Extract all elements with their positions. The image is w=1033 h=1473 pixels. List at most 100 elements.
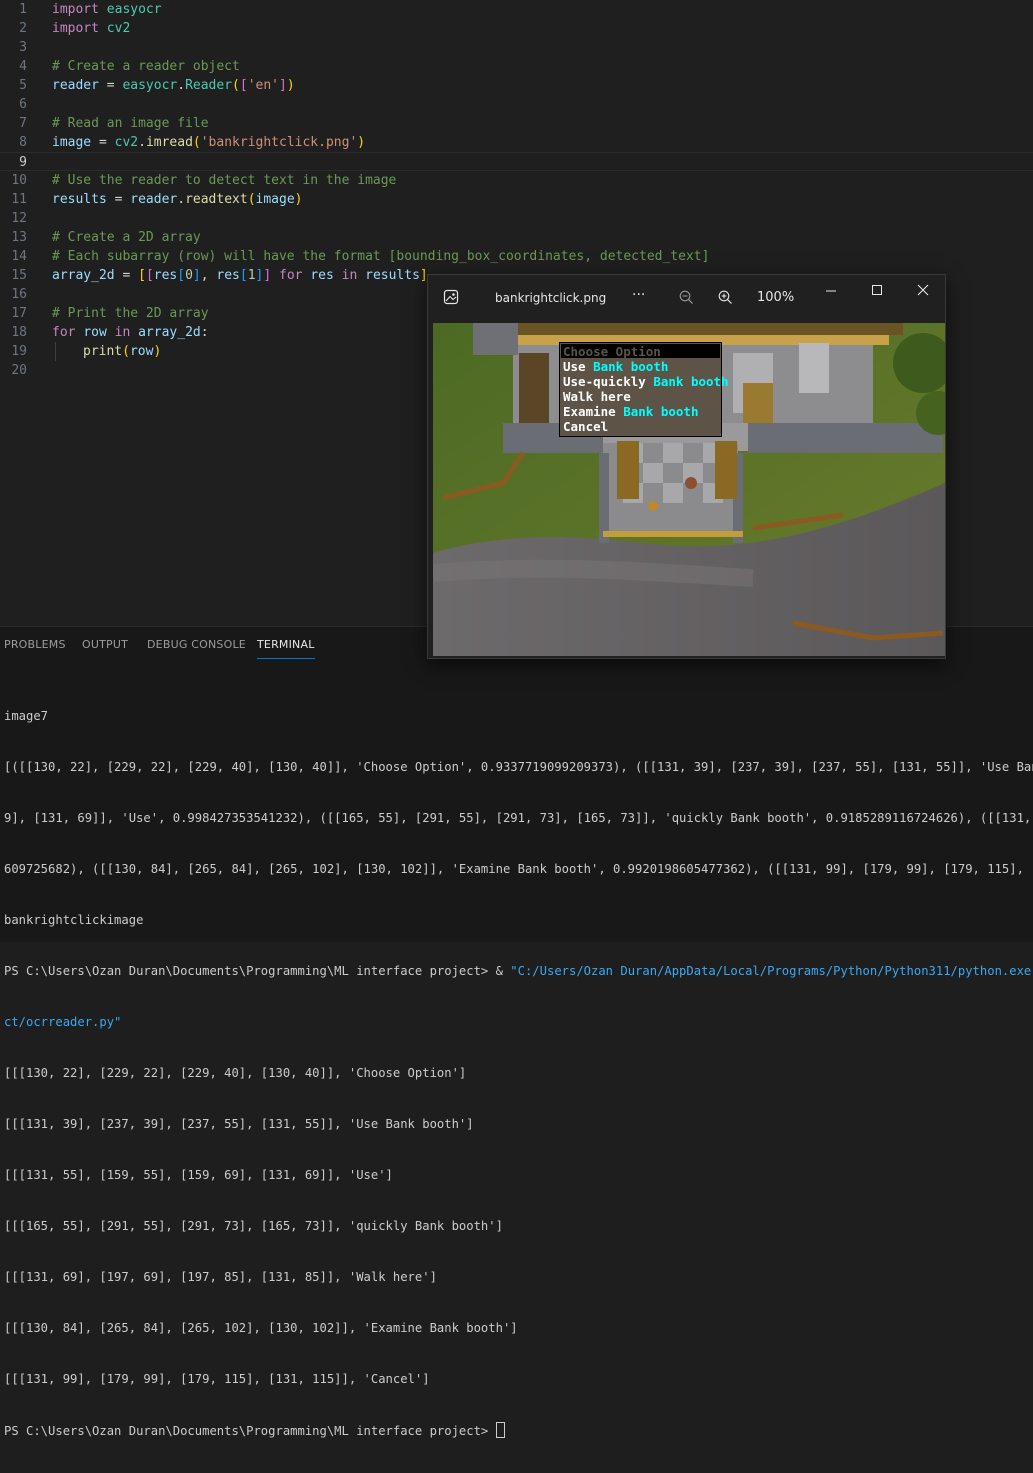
- code-line[interactable]: 8 image = cv2.imread('bankrightclick.png'…: [0, 133, 1033, 152]
- line-number: 17: [11, 306, 27, 321]
- terminal-line: PS C:\Users\Ozan Duran\Documents\Program…: [4, 963, 1033, 980]
- line-number: 9: [19, 155, 27, 170]
- terminal-line: [[[131, 55], [159, 55], [159, 69], [131,…: [4, 1168, 393, 1182]
- comment-token: # Each subarray (row) will have the form…: [52, 249, 710, 264]
- operator-token: =: [91, 135, 115, 150]
- terminal-line: [([[130, 22], [229, 22], [229, 40], [130…: [4, 760, 1033, 774]
- keyword-token: for: [52, 325, 76, 340]
- string-token: 'en': [247, 78, 280, 93]
- variable-token: image: [255, 192, 295, 207]
- line-number: 20: [11, 363, 27, 378]
- line-number: 14: [11, 249, 27, 264]
- line-number: 16: [11, 287, 27, 302]
- operator-token: =: [114, 268, 139, 283]
- function-token: print: [83, 344, 123, 359]
- line-number: 11: [11, 192, 27, 207]
- operator-token: .: [177, 78, 186, 93]
- context-menu: Choose Option Use Bank booth Use-quickly…: [559, 342, 729, 437]
- code-line-current[interactable]: 9: [0, 152, 1033, 171]
- variable-token: res: [153, 268, 178, 283]
- code-line[interactable]: 3: [0, 38, 1033, 57]
- variable-token: row: [129, 344, 154, 359]
- close-icon[interactable]: [917, 284, 929, 299]
- terminal-line: bankrightclickimage: [4, 913, 144, 927]
- line-number: 4: [19, 59, 27, 74]
- viewer-titlebar[interactable]: bankrightclick.png ··· 100%: [428, 275, 945, 321]
- terminal-line: ct/ocrreader.py": [4, 1015, 122, 1029]
- terminal-prompt: PS C:\Users\Ozan Duran\Documents\Program…: [4, 964, 511, 978]
- line-number: 19: [11, 344, 27, 359]
- variable-token: reader: [52, 78, 99, 93]
- tab-debug-console[interactable]: DEBUG CONSOLE: [147, 638, 246, 651]
- variable-token: res: [310, 268, 334, 283]
- keyword-token: import: [52, 21, 99, 36]
- module-token: cv2: [106, 21, 131, 36]
- class-token: Reader: [185, 78, 233, 93]
- variable-token: res: [216, 268, 240, 283]
- keyword-token: for: [279, 268, 303, 283]
- code-line[interactable]: 6: [0, 95, 1033, 114]
- tab-terminal[interactable]: TERMINAL: [257, 638, 315, 659]
- terminal-line: 9], [131, 69]], 'Use', 0.998427353541232…: [4, 811, 1032, 825]
- minimize-icon[interactable]: [825, 288, 837, 303]
- indent-guide: [55, 342, 56, 361]
- bottom-panel: PROBLEMS OUTPUT DEBUG CONSOLE TERMINAL i…: [0, 626, 1033, 1438]
- line-number: 3: [19, 40, 27, 55]
- line-number: 7: [19, 116, 27, 131]
- code-line[interactable]: 4 # Create a reader object: [0, 57, 1033, 76]
- terminal-line: [[[165, 55], [291, 55], [291, 73], [165,…: [4, 1219, 503, 1233]
- line-number: 5: [19, 78, 27, 93]
- line-number: 15: [11, 268, 27, 283]
- viewer-filename: bankrightclick.png: [495, 291, 607, 305]
- keyword-token: in: [114, 325, 131, 340]
- code-line[interactable]: 2 import cv2: [0, 19, 1033, 38]
- operator-token: =: [106, 192, 131, 207]
- zoom-out-icon[interactable]: [679, 290, 694, 308]
- terminal-line: [[[130, 22], [229, 22], [229, 40], [130,…: [4, 1066, 467, 1080]
- code-line[interactable]: 14 # Each subarray (row) will have the fo…: [0, 247, 1033, 266]
- more-options-button[interactable]: ···: [632, 287, 645, 303]
- code-line[interactable]: 1 import easyocr: [0, 0, 1033, 19]
- code-line[interactable]: 7 # Read an image file: [0, 114, 1033, 133]
- line-number: 10: [11, 173, 27, 188]
- operator-token: .: [177, 192, 186, 207]
- menu-item-use-quickly: Use-quickly Bank booth: [563, 374, 729, 389]
- line-number: 8: [19, 135, 27, 150]
- line-number: 2: [19, 21, 27, 36]
- code-line[interactable]: 13 # Create a 2D array: [0, 228, 1033, 247]
- maximize-icon[interactable]: [871, 284, 883, 299]
- menu-item-use: Use Bank booth: [563, 359, 669, 374]
- tab-output[interactable]: OUTPUT: [82, 638, 128, 651]
- number-token: 0: [185, 268, 193, 283]
- code-line[interactable]: 10 # Use the reader to detect text in the…: [0, 171, 1033, 190]
- code-line[interactable]: 11 results = reader.readtext(image): [0, 190, 1033, 209]
- code-line[interactable]: 5 reader = easyocr.Reader(['en']): [0, 76, 1033, 95]
- string-token: 'bankrightclick.png': [200, 135, 358, 150]
- variable-token: array_2d: [138, 325, 201, 340]
- menu-item-cancel: Cancel: [563, 419, 609, 434]
- module-token: cv2: [114, 135, 139, 150]
- zoom-in-icon[interactable]: [718, 290, 733, 308]
- image-viewer-window: bankrightclick.png ··· 100% Choose Optio…: [427, 274, 946, 659]
- context-menu-header: Choose Option: [561, 344, 720, 359]
- tab-problems[interactable]: PROBLEMS: [4, 638, 66, 651]
- code-line[interactable]: 12: [0, 209, 1033, 228]
- line-number: 18: [11, 325, 27, 340]
- terminal-prompt: PS C:\Users\Ozan Duran\Documents\Program…: [4, 1424, 496, 1438]
- variable-token: results: [365, 268, 420, 283]
- line-number: 6: [19, 97, 27, 112]
- line-number: 1: [19, 2, 27, 17]
- terminal-cursor: [495, 1422, 505, 1438]
- comment-token: # Print the 2D array: [52, 306, 209, 321]
- comment-token: # Read an image file: [52, 116, 209, 131]
- terminal-line: 609725682), ([[130, 84], [265, 84], [265…: [4, 862, 1033, 876]
- line-number: 13: [11, 230, 27, 245]
- menu-item-examine: Examine Bank booth: [563, 404, 699, 419]
- terminal-line: image7: [4, 709, 49, 723]
- terminal-output[interactable]: image7 [([[130, 22], [229, 22], [229, 40…: [4, 674, 1033, 1473]
- keyword-token: in: [341, 268, 358, 283]
- photo-app-icon: [443, 289, 459, 308]
- variable-token: row: [83, 325, 107, 340]
- terminal-line: [[[131, 99], [179, 99], [179, 115], [131…: [4, 1372, 430, 1386]
- zoom-level[interactable]: 100%: [757, 290, 794, 305]
